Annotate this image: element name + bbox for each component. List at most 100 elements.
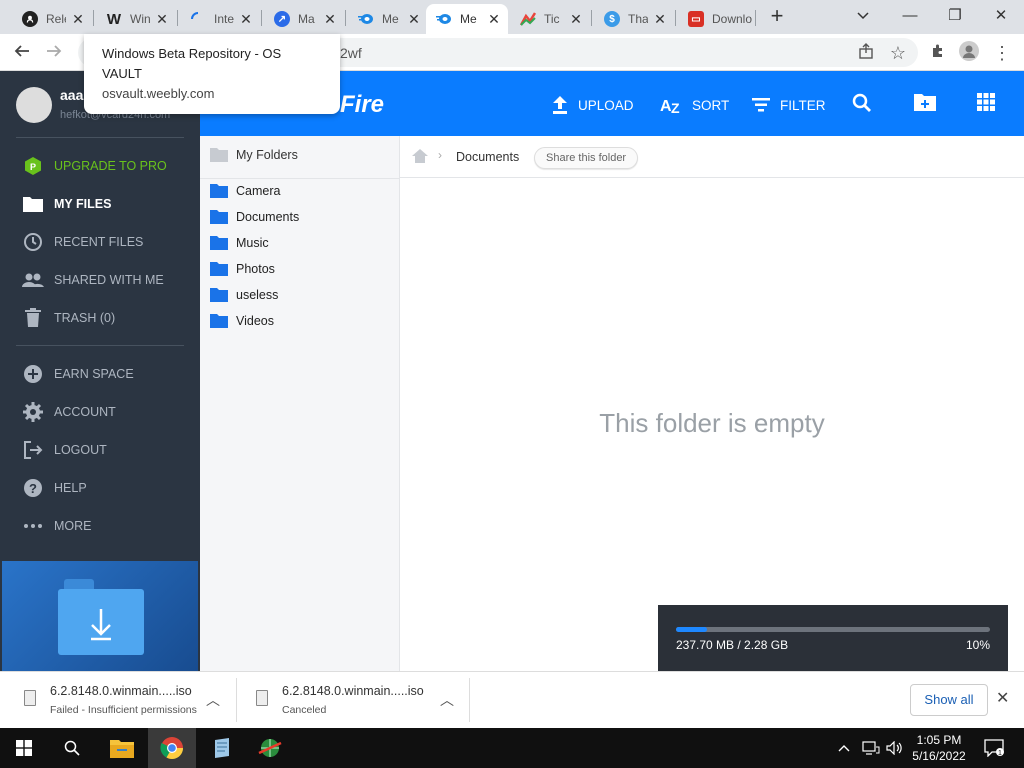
- avatar[interactable]: [16, 87, 52, 123]
- close-window-button[interactable]: ✕: [989, 4, 1013, 28]
- tab-8[interactable]: $ Tha ✕: [594, 4, 674, 34]
- new-tab-button[interactable]: +: [766, 5, 788, 28]
- start-button[interactable]: [0, 728, 48, 768]
- close-icon[interactable]: ✕: [322, 11, 338, 28]
- folder-icon: [210, 314, 228, 328]
- tab-label: Win: [130, 12, 150, 26]
- folder-item-camera[interactable]: Camera: [210, 184, 280, 198]
- sort-label: SORT: [692, 97, 730, 113]
- tab-5[interactable]: Me ✕: [348, 4, 428, 34]
- folder-label: Documents: [236, 210, 300, 224]
- close-icon[interactable]: ✕: [568, 11, 584, 28]
- my-folders-root[interactable]: My Folders: [210, 148, 298, 162]
- tray-chevron-up-icon[interactable]: [838, 728, 850, 768]
- hover-card-title: Windows Beta Repository - OS VAULT: [102, 46, 282, 81]
- file-explorer-icon[interactable]: [98, 728, 146, 768]
- minimize-button[interactable]: —: [898, 4, 922, 28]
- close-icon[interactable]: ✕: [238, 11, 254, 28]
- folder-item-photos[interactable]: Photos: [210, 262, 275, 276]
- chevron-up-icon[interactable]: ︿: [440, 690, 454, 710]
- tab-3[interactable]: Inte ✕: [180, 4, 260, 34]
- close-icon[interactable]: ✕: [70, 11, 86, 28]
- upload-size-text: 237.70 MB / 2.28 GB: [676, 638, 789, 652]
- folder-icon: [210, 262, 228, 276]
- sidebar-item-upgrade[interactable]: P UPGRADE TO PRO: [22, 153, 167, 179]
- share-folder-button[interactable]: Share this folder: [534, 147, 639, 169]
- windows-taskbar: 1:05 PM 5/16/2022 1: [0, 728, 1024, 768]
- notepad-icon[interactable]: [198, 728, 246, 768]
- forward-button[interactable]: [42, 41, 66, 65]
- chrome-icon[interactable]: [148, 728, 196, 768]
- back-button[interactable]: [10, 41, 34, 65]
- network-globe-icon[interactable]: [246, 728, 294, 768]
- folder-icon: [22, 193, 44, 215]
- close-icon[interactable]: ✕: [406, 11, 422, 28]
- system-clock[interactable]: 1:05 PM 5/16/2022: [906, 732, 972, 764]
- filter-button[interactable]: FILTER: [752, 93, 826, 117]
- tab-4[interactable]: ↗ Ma ✕: [264, 4, 344, 34]
- app-sidebar: aaa hefkot@vcard24h.com P UPGRADE TO PRO…: [0, 71, 200, 671]
- extensions-icon[interactable]: [926, 41, 950, 65]
- close-icon[interactable]: ✕: [996, 688, 1009, 708]
- sidebar-item-logout[interactable]: LOGOUT: [22, 437, 107, 463]
- clock-date: 5/16/2022: [912, 749, 966, 763]
- folder-item-useless[interactable]: useless: [210, 288, 278, 302]
- search-icon[interactable]: [48, 728, 96, 768]
- pro-badge-icon: P: [22, 155, 44, 177]
- download-site-icon: ▭: [688, 11, 704, 27]
- sidebar-item-label: SHARED WITH ME: [54, 273, 164, 287]
- tab-1[interactable]: Rele ✕: [12, 4, 92, 34]
- tab-6-active[interactable]: Me ✕: [426, 4, 508, 34]
- folder-item-music[interactable]: Music: [210, 236, 269, 250]
- browser-tab-strip: Rele ✕ W Win ✕ Inte ✕ ↗ Ma ✕ Me: [0, 0, 1024, 34]
- upload-button[interactable]: UPLOAD: [552, 93, 634, 117]
- tab-2[interactable]: W Win ✕: [96, 4, 176, 34]
- profile-icon[interactable]: [957, 41, 981, 65]
- chevron-up-icon[interactable]: ︿: [206, 690, 220, 710]
- breadcrumb-current[interactable]: Documents: [456, 150, 519, 164]
- folder-icon: [210, 184, 228, 198]
- volume-icon[interactable]: [886, 728, 904, 768]
- close-icon[interactable]: ✕: [486, 11, 502, 28]
- download-status: Canceled: [282, 704, 327, 716]
- upload-progress-panel[interactable]: 237.70 MB / 2.28 GB 10%: [658, 605, 1008, 671]
- notifications-icon[interactable]: 1: [984, 728, 1004, 768]
- grid-view-icon[interactable]: [977, 93, 1001, 117]
- sidebar-item-account[interactable]: ACCOUNT: [22, 399, 116, 425]
- sidebar-item-shared[interactable]: SHARED WITH ME: [22, 267, 164, 293]
- brand-logo[interactable]: Fire: [340, 91, 384, 119]
- download-item-2[interactable]: 6.2.8148.0.winmain.....iso Canceled ︿: [256, 680, 456, 720]
- tab-search-icon[interactable]: [851, 4, 875, 28]
- menu-kebab-icon[interactable]: ⋮: [990, 41, 1014, 65]
- show-all-button[interactable]: Show all: [910, 684, 988, 716]
- close-icon[interactable]: ✕: [652, 11, 668, 28]
- folder-item-documents[interactable]: Documents: [210, 210, 299, 224]
- desktop-app-promo[interactable]: [2, 561, 198, 671]
- network-tray-icon[interactable]: [862, 728, 880, 768]
- sidebar-item-more[interactable]: MORE: [22, 513, 92, 539]
- sidebar-item-my-files[interactable]: MY FILES: [22, 191, 111, 217]
- new-folder-icon[interactable]: [914, 93, 938, 117]
- sidebar-item-label: TRASH (0): [54, 311, 116, 325]
- filter-label: FILTER: [780, 97, 826, 113]
- sort-button[interactable]: AZ SORT: [660, 93, 729, 117]
- bookmark-star-icon[interactable]: ☆: [886, 41, 910, 65]
- tab-7[interactable]: Tic ✕: [510, 4, 590, 34]
- restore-button[interactable]: ❐: [943, 4, 967, 28]
- download-item-1[interactable]: 6.2.8148.0.winmain.....iso Failed - Insu…: [24, 680, 224, 720]
- share-icon[interactable]: [854, 41, 878, 65]
- weebly-icon: W: [106, 10, 122, 28]
- sidebar-item-trash[interactable]: TRASH (0): [22, 305, 115, 331]
- tab-9[interactable]: ▭ Downlo: [678, 4, 758, 34]
- home-icon[interactable]: [412, 149, 428, 168]
- sidebar-item-earn-space[interactable]: EARN SPACE: [22, 361, 134, 387]
- upload-label: UPLOAD: [578, 97, 634, 113]
- tab-label: Tha: [628, 12, 648, 26]
- folder-item-videos[interactable]: Videos: [210, 314, 274, 328]
- sidebar-item-label: LOGOUT: [54, 443, 107, 457]
- sidebar-item-help[interactable]: ? HELP: [22, 475, 87, 501]
- search-icon[interactable]: [852, 93, 876, 117]
- breadcrumb: › Documents Share this folder: [400, 136, 1024, 178]
- close-icon[interactable]: ✕: [154, 11, 170, 28]
- sidebar-item-recent-files[interactable]: RECENT FILES: [22, 229, 143, 255]
